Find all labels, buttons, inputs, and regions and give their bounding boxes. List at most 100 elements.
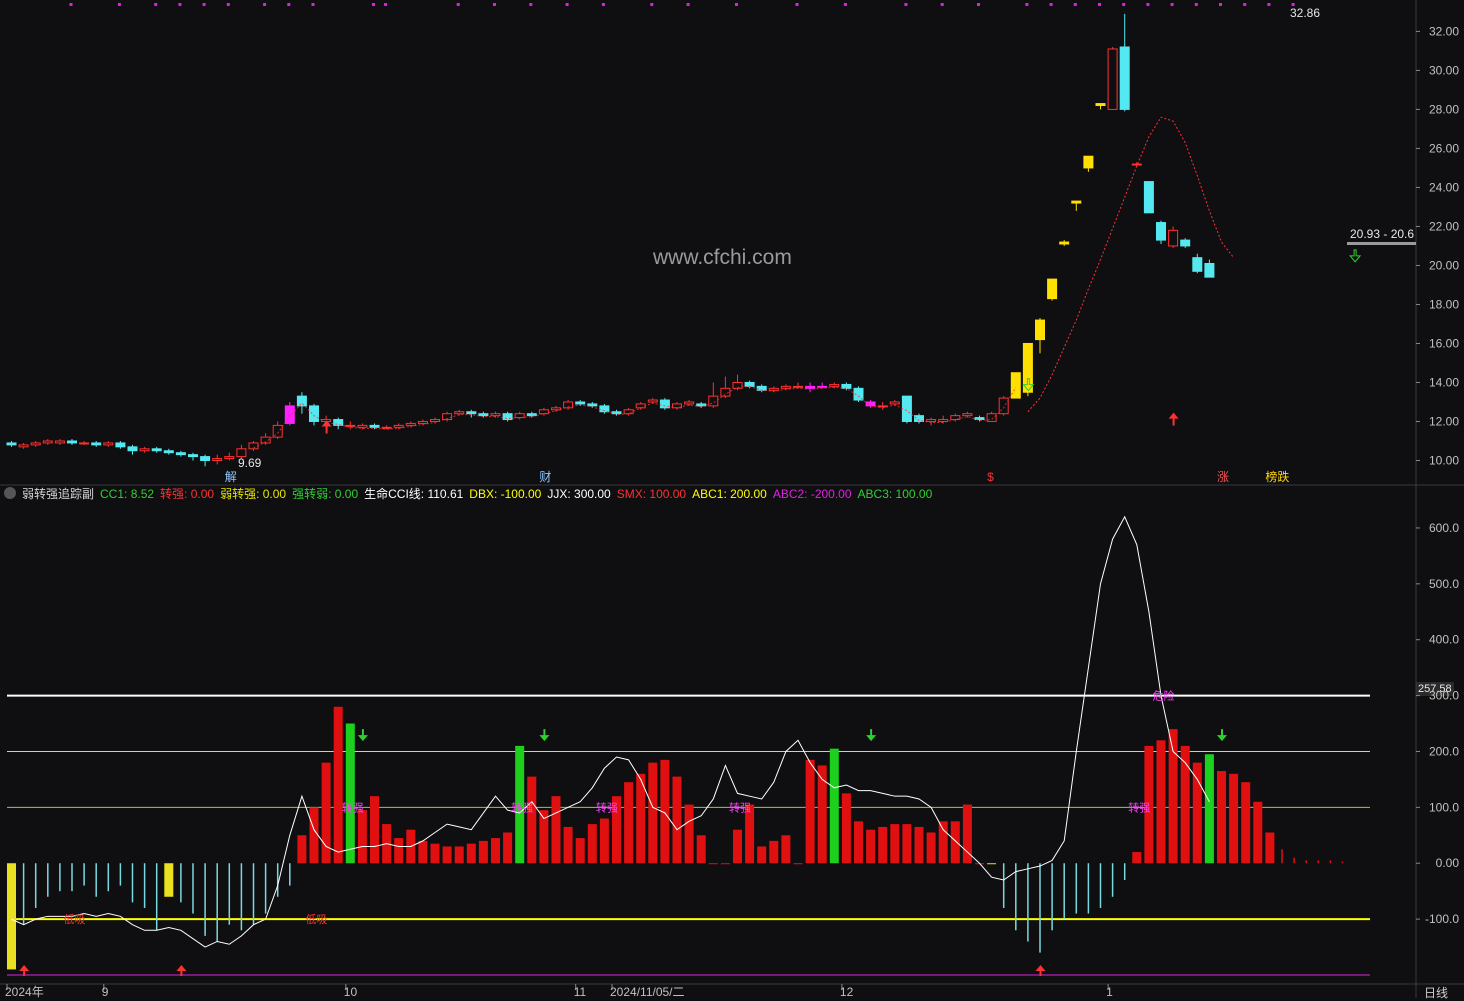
indicator-bar: [672, 776, 682, 864]
price-tick-label: 12.00: [1429, 414, 1459, 428]
indicator-bar: [107, 863, 110, 892]
candle: [430, 419, 440, 422]
candle: [805, 385, 816, 389]
indicator-bar: [131, 863, 134, 903]
indicator-bar: [47, 863, 49, 897]
candle: [115, 442, 126, 448]
indicator-bar: [599, 818, 609, 864]
indicator-bar: [71, 863, 73, 892]
event-tag: $: [987, 470, 994, 484]
indicator-bar: [938, 821, 948, 864]
indicator-bar: [1111, 863, 1114, 897]
indicator-bar: [1341, 861, 1344, 864]
indicator-bar: [1063, 863, 1065, 920]
indicator-bar: [22, 863, 25, 925]
candle: [1095, 103, 1106, 107]
candle: [224, 456, 235, 460]
price-tick-label: 16.00: [1429, 336, 1459, 350]
indicator-bar: [648, 762, 658, 864]
signal-label: 转强: [729, 800, 751, 814]
indicator-bar: [276, 863, 279, 897]
indicator-bar: [829, 748, 839, 864]
price-tick-label: 20.00: [1429, 258, 1459, 272]
candle: [1035, 319, 1045, 341]
top-marker: [178, 3, 182, 6]
indicator-bar: [478, 840, 488, 864]
indicator-bar: [769, 840, 779, 864]
indicator-bar: [34, 863, 37, 908]
range-marker: [1347, 242, 1416, 245]
indicator-bar: [854, 821, 863, 864]
indicator-bar: [757, 846, 767, 864]
price-tick-label: 26.00: [1429, 141, 1459, 155]
high-price-label: 32.86: [1290, 6, 1320, 20]
candle: [744, 381, 755, 387]
top-marker: [384, 3, 388, 6]
indicator-bar: [119, 863, 122, 886]
price-tick-label: 30.00: [1429, 63, 1459, 77]
top-marker: [795, 3, 799, 6]
x-tick-label: 2024年: [5, 985, 44, 998]
candle: [768, 387, 779, 391]
indicator-bar: [1132, 852, 1142, 864]
candle: [151, 448, 162, 452]
candle: [1180, 239, 1191, 247]
candle: [647, 399, 658, 403]
candle: [780, 385, 791, 389]
top-marker: [117, 3, 121, 6]
range-label: 20.93 - 20.6: [1350, 227, 1414, 241]
candle: [901, 395, 912, 422]
indicator-bar: [192, 863, 194, 914]
indicator-bar: [204, 863, 206, 936]
indicator-tick-label: 0.00: [1436, 856, 1460, 870]
indicator-bar: [527, 776, 537, 864]
indicator-bar: [684, 804, 694, 864]
chart-canvas[interactable]: 32.00 30.00 28.00 26.00 24.00 22.00 20.00 18.00…: [0, 0, 1464, 998]
top-marker: [1122, 3, 1126, 6]
indicator-bar: [926, 832, 936, 864]
indicator-bar: [83, 863, 85, 886]
indicator-bar: [1253, 801, 1263, 864]
top-marker: [1025, 3, 1029, 6]
indicator-bar: [987, 863, 997, 865]
candle: [200, 456, 211, 461]
top-marker: [686, 3, 690, 6]
trend-line: [1027, 116, 1234, 413]
down-arrow-icon: [357, 729, 368, 742]
indicator-bar: [394, 838, 404, 864]
indicator-bar: [841, 793, 851, 864]
indicator-bar: [1217, 771, 1226, 864]
indicator-bar: [216, 863, 218, 942]
indicator-bar: [430, 843, 440, 864]
indicator-bar: [1204, 754, 1214, 864]
top-marker: [650, 3, 654, 6]
x-tick-label: 9: [102, 985, 109, 998]
candle: [1010, 372, 1021, 399]
candle: [405, 422, 416, 426]
indicator-bar: [418, 840, 428, 864]
candle: [6, 442, 17, 446]
event-tag: 财: [539, 470, 551, 484]
candle: [526, 413, 537, 417]
indicator-bar: [866, 829, 876, 864]
event-tag: 榜跌: [1265, 469, 1289, 484]
candle: [466, 411, 477, 415]
price-tick-label: 24.00: [1429, 180, 1459, 194]
indicator-bar: [1015, 863, 1017, 931]
indicator-bar: [817, 765, 827, 864]
candle: [514, 413, 525, 419]
indicator-bar: [164, 863, 174, 897]
candle: [1047, 278, 1058, 300]
indicator-tick-label: 100.0: [1429, 800, 1459, 814]
x-tick-label: 10: [344, 985, 358, 998]
candle: [793, 385, 803, 388]
top-marker: [226, 3, 230, 6]
low-price-label: 9.69: [238, 456, 262, 470]
top-marker: [904, 3, 908, 6]
indicator-bar: [95, 863, 97, 897]
signal-label: 危险: [1153, 689, 1175, 703]
candle: [393, 424, 404, 428]
top-marker: [601, 3, 605, 6]
indicator-bar: [551, 796, 561, 864]
signal-label: 低吸: [306, 913, 328, 926]
